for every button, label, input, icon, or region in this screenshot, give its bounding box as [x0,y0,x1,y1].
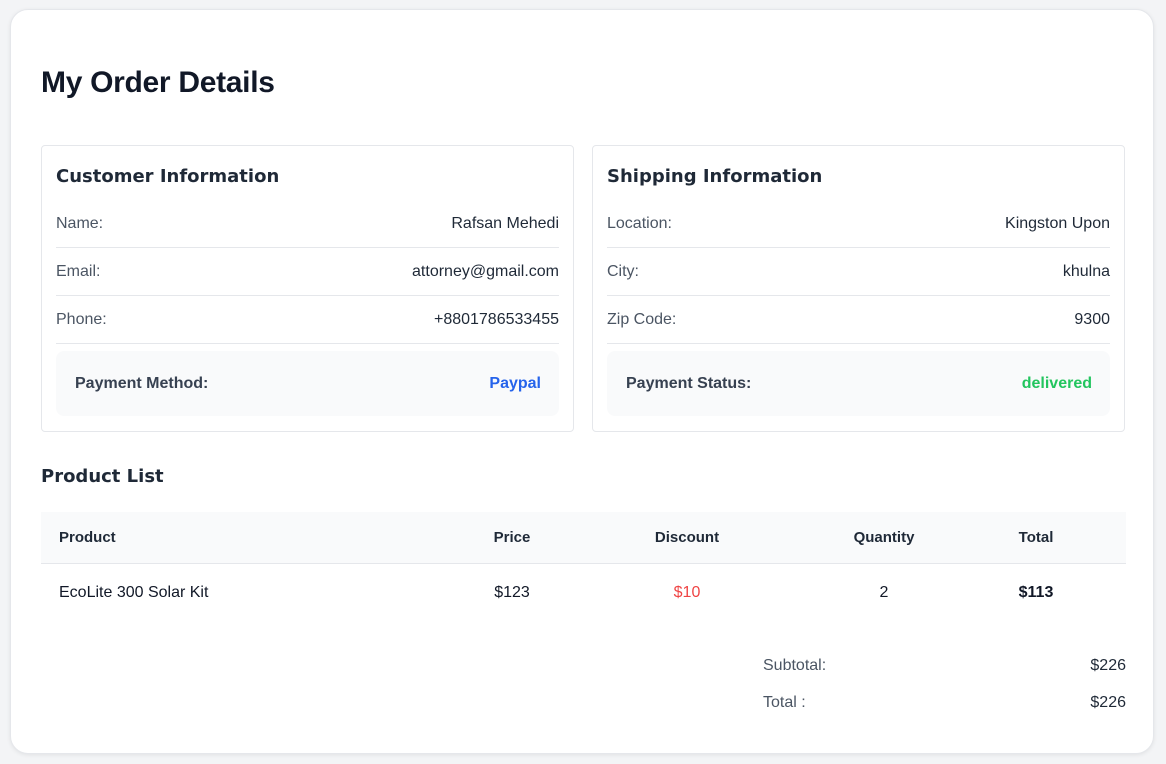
shipping-zip-row: Zip Code: 9300 [607,296,1110,344]
customer-information-panel: Customer Information Name: Rafsan Mehedi… [41,145,574,432]
product-total-cell: $113 [1018,584,1054,601]
payment-method-label: Payment Method: [75,374,209,392]
customer-name-value: Rafsan Mehedi [451,214,559,232]
shipping-city-label: City: [607,262,639,280]
product-price-cell: $123 [494,584,530,601]
total-value: $226 [1090,694,1126,711]
payment-method-value: Paypal [489,374,541,392]
shipping-location-label: Location: [607,214,672,232]
subtotal-value: $226 [1090,657,1126,674]
column-header-product: Product [59,529,116,546]
customer-name-label: Name: [56,214,104,232]
shipping-city-value: khulna [1062,262,1110,280]
subtotal-label: Subtotal: [763,657,827,674]
shipping-zip-label: Zip Code: [607,310,677,328]
customer-email-row: Email: attorney@gmail.com [56,248,559,296]
table-row: EcoLite 300 Solar Kit $123 $10 2 $113 [41,564,1126,622]
product-list-title: Product List [41,466,164,487]
shipping-information-panel: Shipping Information Location: Kingston … [592,145,1125,432]
payment-status-box: Payment Status: delivered [607,351,1110,416]
customer-phone-row: Phone: +8801786533455 [56,296,559,344]
customer-name-row: Name: Rafsan Mehedi [56,200,559,248]
column-header-total: Total [1018,529,1054,546]
customer-information-title: Customer Information [56,166,280,187]
payment-method-box: Payment Method: Paypal [56,351,559,416]
customer-email-value: attorney@gmail.com [412,262,559,280]
page-title: My Order Details [41,66,275,99]
product-quantity-cell: 2 [879,584,889,601]
customer-phone-value: +8801786533455 [433,310,559,328]
customer-email-label: Email: [56,262,101,280]
payment-status-badge: delivered [1021,374,1092,392]
shipping-information-title: Shipping Information [607,166,823,187]
column-header-price: Price [493,529,531,546]
customer-phone-label: Phone: [56,310,107,328]
product-table: Product Price Discount Quantity Total Ec… [41,512,1126,622]
total-label: Total : [763,694,806,711]
subtotal-row: Subtotal: $226 [763,648,1126,684]
shipping-location-value: Kingston Upon [1005,214,1110,232]
column-header-discount: Discount [654,529,720,546]
product-discount-cell: $10 [673,584,701,601]
total-row: Total : $226 [763,685,1126,721]
product-name-cell: EcoLite 300 Solar Kit [59,584,209,601]
column-header-quantity: Quantity [853,529,915,546]
shipping-city-row: City: khulna [607,248,1110,296]
payment-status-label: Payment Status: [626,374,752,392]
order-details-card: My Order Details Customer Information Na… [10,9,1154,754]
shipping-zip-value: 9300 [1074,310,1110,328]
product-table-header: Product Price Discount Quantity Total [41,512,1126,564]
shipping-location-row: Location: Kingston Upon [607,200,1110,248]
